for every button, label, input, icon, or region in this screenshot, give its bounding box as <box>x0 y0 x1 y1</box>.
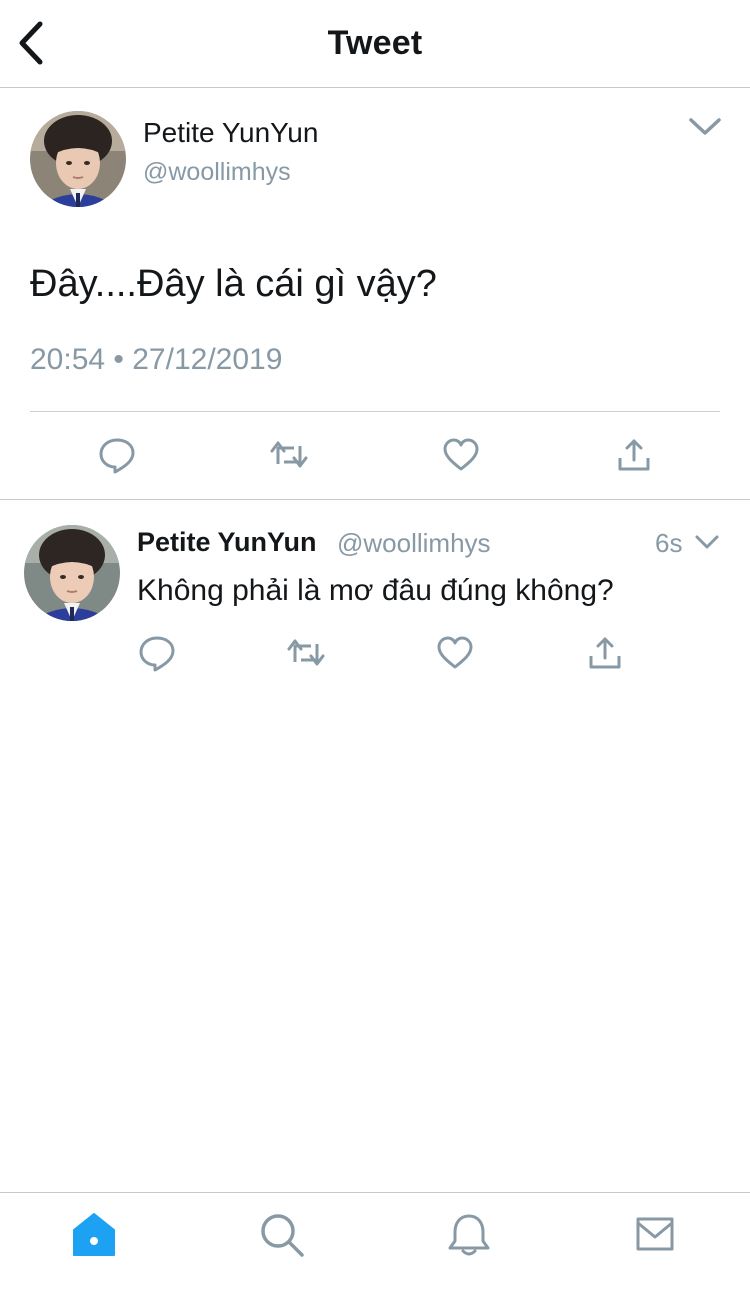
reply-text: Không phải là mơ đâu đúng không? <box>137 574 614 607</box>
retweet-button[interactable] <box>270 436 308 474</box>
avatar-image <box>24 525 120 621</box>
reply-button[interactable] <box>98 436 136 474</box>
reply-icon <box>139 636 175 672</box>
author-name[interactable]: Petite YunYun <box>143 117 318 149</box>
reply-icon <box>99 438 135 474</box>
reply-button[interactable] <box>138 634 176 672</box>
reply-author-handle[interactable]: @woollimhys <box>337 528 491 559</box>
reply-author-name[interactable]: Petite YunYun <box>137 527 317 558</box>
like-icon <box>443 438 479 471</box>
messages-icon <box>636 1217 674 1251</box>
top-navigation-bar: Tweet <box>0 0 750 88</box>
author-handle[interactable]: @woollimhys <box>143 158 291 187</box>
share-icon <box>618 439 650 471</box>
search-icon <box>261 1214 304 1257</box>
share-button[interactable] <box>586 634 624 672</box>
avatar-image <box>30 111 126 207</box>
like-icon <box>437 636 473 669</box>
reply-author-avatar[interactable] <box>24 525 120 621</box>
reply-options-button[interactable] <box>694 533 720 551</box>
tab-home[interactable] <box>70 1211 118 1259</box>
tab-messages[interactable] <box>632 1211 680 1259</box>
divider <box>30 411 720 412</box>
share-button[interactable] <box>615 436 653 474</box>
chevron-down-icon <box>689 118 721 135</box>
tweet-timestamp: 20:54 • 27/12/2019 <box>30 343 283 376</box>
share-icon <box>589 637 621 669</box>
bottom-tab-bar <box>0 1192 750 1293</box>
tab-search[interactable] <box>258 1211 306 1259</box>
like-button[interactable] <box>442 436 480 474</box>
page-title: Tweet <box>327 24 423 62</box>
notifications-icon <box>448 1214 490 1256</box>
retweet-button[interactable] <box>287 634 325 672</box>
chevron-down-icon <box>695 535 719 549</box>
like-button[interactable] <box>436 634 474 672</box>
retweet-icon <box>287 639 325 666</box>
reply-time-ago: 6s <box>655 528 683 558</box>
tweet-text: Đây....Đây là cái gì vậy? <box>30 263 437 305</box>
author-avatar[interactable] <box>30 111 126 207</box>
retweet-icon <box>270 441 308 468</box>
divider <box>0 499 750 500</box>
tab-notifications[interactable] <box>445 1211 493 1259</box>
home-icon <box>73 1213 115 1256</box>
tweet-options-button[interactable] <box>688 116 722 138</box>
